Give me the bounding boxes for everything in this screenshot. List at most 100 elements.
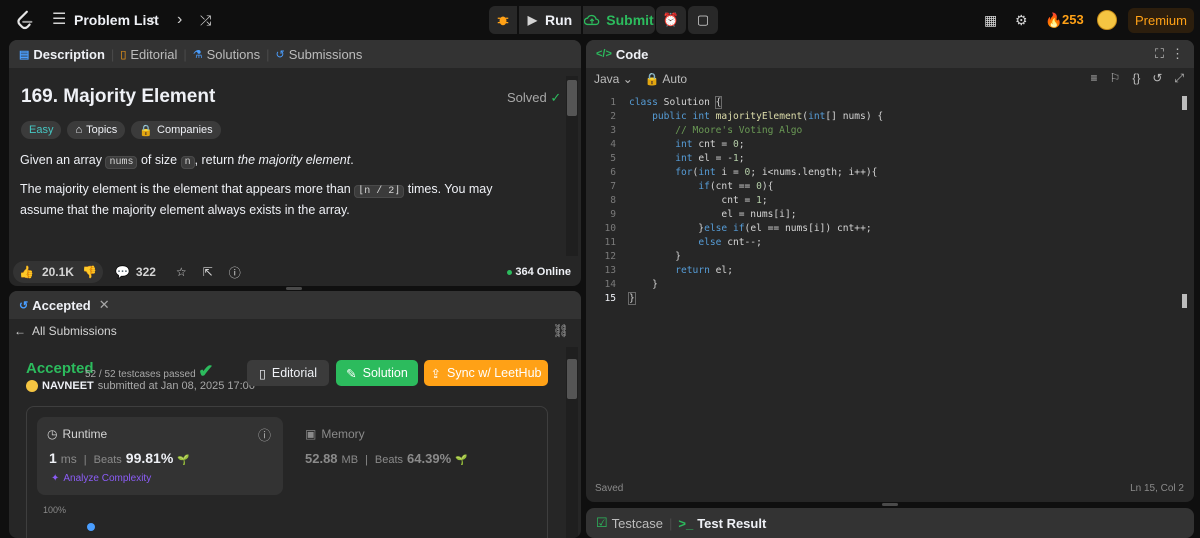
online-dot xyxy=(507,269,513,275)
autocomplete-mode[interactable]: 🔒 Auto xyxy=(645,72,687,86)
cursor-position: Ln 15, Col 2 xyxy=(1130,483,1184,494)
checkmark-icon: ✔ xyxy=(198,361,214,381)
sync-leethub-button[interactable]: ⇪ Sync w/ LeetHub xyxy=(424,360,548,386)
companies-chip[interactable]: 🔒 Companies xyxy=(131,121,221,139)
description-panel: ▤ Description | ▯ Editorial | ⚗ Solution… xyxy=(9,40,581,286)
close-icon[interactable]: ✕ xyxy=(99,297,110,313)
line-number: 6 xyxy=(610,167,616,178)
streak-count[interactable]: 253 xyxy=(1062,12,1084,27)
format-icon[interactable]: ≡ xyxy=(1091,71,1098,86)
share-icon[interactable]: ⇱ xyxy=(203,265,213,279)
settings-gear-icon[interactable]: ⚙ xyxy=(1015,11,1028,29)
language-select[interactable]: Java ⌄ xyxy=(594,72,633,86)
sparkle-icon: ✦ xyxy=(51,473,60,484)
problem-title: 169. Majority Element xyxy=(21,86,216,107)
horizontal-resize-handle[interactable] xyxy=(882,503,898,506)
submit-button[interactable]: Submit xyxy=(583,6,655,34)
bookmark-icon[interactable]: ⚐ xyxy=(1110,71,1121,86)
line-number: 4 xyxy=(610,139,616,150)
description-scrollbar[interactable] xyxy=(566,76,578,256)
sprout-icon: 🌱 xyxy=(455,455,468,466)
thumbs-up-icon[interactable]: 👍 xyxy=(19,265,34,279)
like-count[interactable]: 20.1K xyxy=(42,265,74,279)
tab-testcase[interactable]: ☑ Testcase xyxy=(596,515,663,531)
sprout-icon: 🌱 xyxy=(177,455,190,466)
braces-icon[interactable]: {} xyxy=(1132,71,1140,86)
comment-icon[interactable]: 💬 xyxy=(115,265,130,279)
submission-scrollbar[interactable] xyxy=(566,347,578,538)
submission-panel: ↺ Accepted ✕ ← All Submissions ⛓ Accepte… xyxy=(9,291,581,538)
prev-problem-icon[interactable]: ‹ xyxy=(150,11,155,29)
solved-status: Solved ✓ xyxy=(507,90,562,105)
layout-icon[interactable]: ▦ xyxy=(984,11,997,29)
user-avatar-small[interactable] xyxy=(26,380,38,392)
code-line: cnt = 1; xyxy=(629,195,768,206)
expand-icon[interactable]: ⤢ xyxy=(1174,71,1184,86)
editor-status-bar: Saved Ln 15, Col 2 xyxy=(586,482,1194,502)
memory-card[interactable]: ▣ Memory 52.88 MB | Beats 64.39% 🌱 xyxy=(305,427,468,466)
difficulty-badge: Easy xyxy=(21,121,62,139)
tab-accepted[interactable]: ↺ Accepted ✕ xyxy=(19,297,110,313)
code-editor[interactable]: 1 2 3 4 5 6 7 8 9 10 11 12 13 14 15 clas… xyxy=(586,96,1194,476)
thumbs-down-icon[interactable]: 👎 xyxy=(82,265,97,279)
runtime-card[interactable]: ◷ Runtime ⓘ 1 ms | Beats 99.81% 🌱 ✦ Anal… xyxy=(37,417,283,495)
star-icon[interactable]: ☆ xyxy=(176,265,187,279)
runtime-value-row: 1 ms | Beats 99.81% 🌱 xyxy=(49,450,190,466)
tag-icon: ⌂ xyxy=(75,124,83,136)
bug-icon xyxy=(497,16,509,26)
leetcode-logo[interactable] xyxy=(14,9,36,31)
line-number: 9 xyxy=(610,209,616,220)
problem-list-link[interactable]: Problem List xyxy=(74,12,159,28)
code-header: </> Code ⛶ ⋮ xyxy=(586,40,1194,68)
tab-divider: | xyxy=(668,515,673,531)
alarm-icon: ⏰ xyxy=(662,12,680,27)
code-brackets-icon: </> xyxy=(596,48,612,60)
line-number: 11 xyxy=(604,237,616,248)
next-problem-icon[interactable]: › xyxy=(177,11,182,29)
editorial-button[interactable]: ▯ Editorial xyxy=(247,360,329,386)
scrollbar-thumb[interactable] xyxy=(567,359,577,399)
help-icon[interactable]: ⓘ xyxy=(229,264,241,281)
maximize-icon[interactable]: ⛶ xyxy=(1155,46,1164,62)
username[interactable]: NAVNEET xyxy=(42,380,94,392)
analyze-complexity-link[interactable]: ✦ Analyze Complexity xyxy=(51,473,151,484)
reset-icon[interactable]: ↺ xyxy=(1152,71,1162,86)
timer-button[interactable]: ⏰ xyxy=(656,6,686,34)
tab-submissions[interactable]: ↺ Submissions xyxy=(275,47,362,62)
solution-button[interactable]: ✎ Solution xyxy=(336,360,418,386)
tab-test-result[interactable]: >_ Test Result xyxy=(678,516,766,531)
back-to-submissions[interactable]: ← All Submissions xyxy=(14,324,117,338)
code-line: public int majorityElement(int[] nums) { xyxy=(652,111,884,122)
upload-icon: ⇪ xyxy=(430,366,441,381)
user-avatar[interactable] xyxy=(1097,10,1117,30)
editor-actions: ≡ ⚐ {} ↺ ⤢ xyxy=(1091,71,1184,86)
tab-code[interactable]: </> Code xyxy=(596,47,648,62)
list-icon[interactable]: ☰ xyxy=(52,11,66,29)
tab-solutions[interactable]: ⚗ Solutions xyxy=(193,47,260,62)
link-icon[interactable]: ⛓ xyxy=(552,323,569,339)
test-panel: ☑ Testcase | >_ Test Result xyxy=(586,508,1194,538)
chart-y-label: 100% xyxy=(43,505,67,515)
shuffle-icon[interactable]: ⤮ xyxy=(200,11,211,29)
checkbox-icon: ☑ xyxy=(596,515,608,530)
comment-count[interactable]: 322 xyxy=(136,265,156,279)
premium-button[interactable]: Premium xyxy=(1128,8,1194,33)
code-panel: </> Code ⛶ ⋮ Java ⌄ 🔒 Auto ≡ ⚐ {} ↺ ⤢ 1 … xyxy=(586,40,1194,502)
tab-editorial[interactable]: ▯ Editorial xyxy=(120,47,177,62)
debug-button[interactable] xyxy=(489,6,517,34)
run-button[interactable]: ▶ Run xyxy=(519,6,581,34)
distribution-marker[interactable] xyxy=(87,523,95,531)
more-icon[interactable]: ⋮ xyxy=(1171,46,1184,62)
testcase-count: 52 / 52 testcases passed ✔ xyxy=(85,361,214,381)
tab-description[interactable]: ▤ Description xyxy=(19,47,105,62)
note-icon: ▢ xyxy=(696,12,710,27)
line-number: 1 xyxy=(610,97,616,108)
notes-button[interactable]: ▢ xyxy=(688,6,718,34)
vote-group: 👍 20.1K 👎 xyxy=(13,261,103,283)
scrollbar-thumb[interactable] xyxy=(567,80,577,116)
book-icon: ▯ xyxy=(120,48,127,61)
topics-chip[interactable]: ⌂ Topics xyxy=(67,121,126,139)
run-submit-group: ▶ Run Submit xyxy=(489,6,655,34)
vertical-resize-handle[interactable] xyxy=(286,287,302,290)
info-icon[interactable]: ⓘ xyxy=(258,425,271,444)
